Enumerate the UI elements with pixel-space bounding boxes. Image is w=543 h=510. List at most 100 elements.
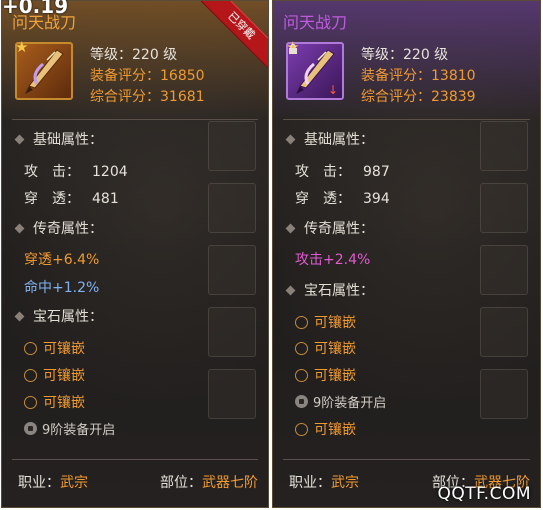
ghost-slot <box>208 307 256 357</box>
diamond-icon <box>285 285 296 295</box>
attr-row-penetration: 穿 透： 481 <box>24 188 119 208</box>
part-info: 部位：武器七阶 <box>160 472 258 492</box>
total-score: 综合评分：31681 <box>90 89 205 105</box>
attr-row-attack: 攻 击： 987 <box>295 161 390 181</box>
attr-label: 攻 击： <box>295 164 351 180</box>
gem-slot-label: 可镶嵌 <box>43 368 85 384</box>
background-slots <box>208 121 256 419</box>
compare-item-panel: 问天战刀 ★ ↓ 等级：220 级 装备评分：13810 综合评分：23839 … <box>272 0 541 508</box>
job-info: 职业：武宗 <box>18 472 88 492</box>
gem-circle-icon <box>295 422 308 436</box>
part-label: 部位： <box>160 475 202 491</box>
part-value: 武器七阶 <box>202 475 258 491</box>
watermark: QQTF.COM <box>437 484 531 504</box>
equip-score: 装备评分：13810 <box>361 68 476 84</box>
ghost-slot <box>208 183 256 233</box>
equip-score: 装备评分：16850 <box>90 68 205 84</box>
gem-slot[interactable]: 可镶嵌 <box>295 365 356 385</box>
base-attr-header: 基础属性： <box>283 129 374 149</box>
section-title: 传奇属性： <box>304 221 374 237</box>
gem-slot[interactable]: 可镶嵌 <box>295 338 356 358</box>
background-slots <box>480 121 528 419</box>
attr-label: 穿 透： <box>24 191 80 207</box>
gem-attr-header: 宝石属性： <box>12 306 103 326</box>
gem-slot[interactable]: 可镶嵌 <box>24 392 85 412</box>
diamond-icon <box>14 134 25 144</box>
job-value: 武宗 <box>331 475 359 491</box>
gem-slot[interactable]: 可镶嵌 <box>295 419 356 439</box>
section-title: 基础属性： <box>304 132 374 148</box>
diamond-icon <box>285 223 296 233</box>
attr-value: 1204 <box>92 164 128 180</box>
attr-row-penetration: 穿 透： 394 <box>295 188 390 208</box>
ghost-slot <box>480 121 528 171</box>
gem-circle-icon <box>295 341 308 355</box>
diamond-icon <box>14 223 25 233</box>
gem-circle-icon <box>24 395 37 409</box>
gem-attr-header: 宝石属性： <box>283 280 374 300</box>
item-stats: 等级：220 级 装备评分：13810 综合评分：23839 <box>361 45 476 108</box>
total-score: 综合评分：23839 <box>361 89 476 105</box>
legend-attr-header: 传奇属性： <box>12 218 103 238</box>
overlay-text: +0.19 <box>2 0 69 18</box>
item-icon[interactable]: ★ ↓ <box>286 40 344 100</box>
lock-icon <box>24 422 37 435</box>
divider <box>12 119 258 120</box>
gem-slot-label: 可镶嵌 <box>314 368 356 384</box>
lock-icon <box>295 395 308 408</box>
gem-slot-label: 可镶嵌 <box>314 422 356 438</box>
job-info: 职业：武宗 <box>289 472 359 492</box>
section-title: 传奇属性： <box>33 221 103 237</box>
ghost-slot <box>208 121 256 171</box>
attr-value: 481 <box>92 191 119 207</box>
legend-attr-2: 命中+1.2% <box>24 280 100 296</box>
divider <box>283 119 530 120</box>
legend-attr-1: 攻击+2.4% <box>295 252 371 268</box>
attr-value: 987 <box>363 164 390 180</box>
gem-slot[interactable]: 可镶嵌 <box>295 312 356 332</box>
gem-circle-icon <box>24 341 37 355</box>
legend-attr-1: 穿透+6.4% <box>24 252 100 268</box>
gem-circle-icon <box>295 368 308 382</box>
gem-slot[interactable]: 可镶嵌 <box>24 338 85 358</box>
ghost-slot <box>208 369 256 419</box>
gem-locked-label: 9阶装备开启 <box>313 396 387 411</box>
item-icon[interactable]: ★ <box>15 38 73 100</box>
gem-circle-icon <box>295 315 308 329</box>
item-stats: 等级：220 级 装备评分：16850 综合评分：31681 <box>90 45 205 108</box>
gem-slot-label: 可镶嵌 <box>43 341 85 357</box>
gem-circle-icon <box>24 368 37 382</box>
legend-attr-header: 传奇属性： <box>283 218 374 238</box>
gem-slot-locked: 9阶装备开启 <box>24 419 115 438</box>
ghost-slot <box>480 369 528 419</box>
level-text: 等级：220 级 <box>90 47 178 63</box>
gem-slot-locked: 9阶装备开启 <box>295 392 386 411</box>
lock-icon <box>289 44 297 54</box>
equipped-item-panel: 已穿戴 问天战刀 ★ 等级：220 级 装备评分：16850 综合评分：3168… <box>1 0 269 508</box>
section-title: 基础属性： <box>33 132 103 148</box>
diamond-icon <box>14 311 25 321</box>
attr-label: 攻 击： <box>24 164 80 180</box>
gem-slot-label: 可镶嵌 <box>43 395 85 411</box>
diamond-icon <box>285 134 296 144</box>
ghost-slot <box>480 307 528 357</box>
job-label: 职业： <box>289 475 331 491</box>
item-name: 问天战刀 <box>283 13 348 32</box>
level-text: 等级：220 级 <box>361 47 449 63</box>
divider <box>283 459 530 460</box>
attr-label: 穿 透： <box>295 191 351 207</box>
job-value: 武宗 <box>60 475 88 491</box>
gem-slot[interactable]: 可镶嵌 <box>24 365 85 385</box>
gem-slot-label: 可镶嵌 <box>314 341 356 357</box>
ghost-slot <box>480 183 528 233</box>
ghost-slot <box>480 245 528 295</box>
section-title: 宝石属性： <box>33 309 103 325</box>
star-icon: ★ <box>15 38 29 56</box>
base-attr-header: 基础属性： <box>12 129 103 149</box>
job-label: 职业： <box>18 475 60 491</box>
gem-slot-label: 可镶嵌 <box>314 315 356 331</box>
divider <box>12 459 258 460</box>
attr-row-attack: 攻 击： 1204 <box>24 161 128 181</box>
down-arrow-icon: ↓ <box>327 83 338 97</box>
section-title: 宝石属性： <box>304 283 374 299</box>
